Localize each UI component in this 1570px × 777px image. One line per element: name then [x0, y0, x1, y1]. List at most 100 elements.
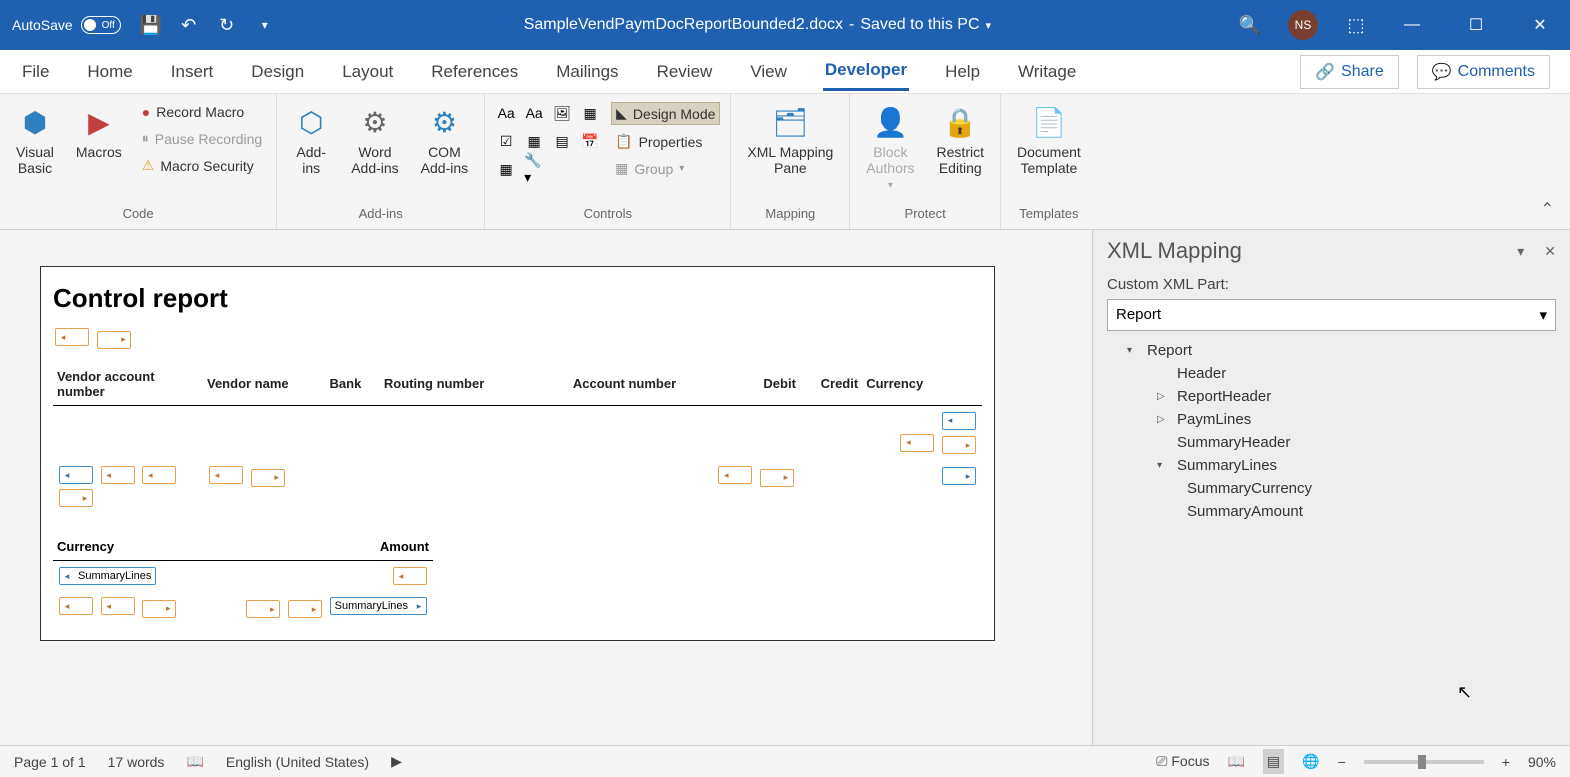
save-icon[interactable]: 💾 — [141, 15, 161, 35]
word-count[interactable]: 17 words — [108, 754, 165, 770]
macro-indicator-icon[interactable]: ▶ — [391, 753, 402, 770]
repeating-icon[interactable]: ▦ — [495, 158, 517, 180]
cc-tag[interactable]: ▸ — [251, 469, 285, 487]
collapse-icon[interactable]: ▾ — [1127, 345, 1141, 356]
date-icon[interactable]: 📅 — [579, 130, 601, 152]
cc-tag[interactable]: ◂ — [101, 597, 135, 615]
tab-help[interactable]: Help — [943, 54, 982, 90]
tree-node-report[interactable]: ▾Report — [1107, 339, 1556, 362]
cc-summary-lines[interactable]: ◂SummaryLines — [59, 567, 156, 585]
cc-tag[interactable]: ◂ — [209, 466, 243, 484]
tab-file[interactable]: File — [20, 54, 51, 90]
toggle-switch[interactable]: Off — [81, 16, 121, 34]
zoom-level[interactable]: 90% — [1528, 754, 1556, 770]
focus-mode-button[interactable]: ⎚ Focus — [1156, 753, 1209, 770]
tab-references[interactable]: References — [429, 54, 520, 90]
tree-node-summaryheader[interactable]: SummaryHeader — [1107, 431, 1556, 454]
tree-node-reportheader[interactable]: ▷ReportHeader — [1107, 385, 1556, 408]
plain-text-icon[interactable]: Aa — [523, 102, 545, 124]
maximize-button[interactable]: ☐ — [1458, 15, 1494, 35]
tree-node-paymlines[interactable]: ▷PaymLines — [1107, 408, 1556, 431]
legacy-icon[interactable]: 🔧▾ — [523, 158, 545, 180]
xml-mapping-button[interactable]: 🗂XML Mapping Pane — [741, 102, 839, 178]
zoom-slider[interactable] — [1364, 760, 1484, 764]
collapse-ribbon-button[interactable]: ⌃ — [1525, 189, 1570, 229]
page-indicator[interactable]: Page 1 of 1 — [14, 754, 86, 770]
expand-icon[interactable]: ▷ — [1157, 391, 1171, 402]
read-mode-icon[interactable]: 📖 — [1227, 753, 1244, 770]
ribbon-display-icon[interactable]: ⬚ — [1346, 15, 1366, 35]
building-block-icon[interactable]: ▦ — [579, 102, 601, 124]
pane-options-icon[interactable]: ▾ — [1517, 243, 1524, 260]
cc-tag[interactable]: ▸ — [942, 436, 976, 454]
minimize-button[interactable]: — — [1394, 16, 1430, 34]
cc-tag[interactable]: ▸ — [942, 467, 976, 485]
document-canvas[interactable]: Control report ◂ ▸ Vendor account number… — [0, 230, 1092, 745]
tree-node-summarycurrency[interactable]: SummaryCurrency — [1107, 477, 1556, 500]
avatar[interactable]: NS — [1288, 10, 1318, 40]
spelling-icon[interactable]: 📖 — [186, 753, 203, 770]
checkbox-icon[interactable]: ☑ — [495, 130, 517, 152]
cc-tag[interactable]: ▸ — [59, 489, 93, 507]
cc-summary-lines[interactable]: SummaryLines▸ — [330, 597, 427, 615]
tab-layout[interactable]: Layout — [340, 54, 395, 90]
web-layout-icon[interactable]: 🌐 — [1302, 753, 1319, 770]
tree-node-summaryamount[interactable]: SummaryAmount — [1107, 500, 1556, 523]
visual-basic-button[interactable]: ⬢Visual Basic — [10, 102, 60, 178]
cc-tag[interactable]: ▸ — [97, 331, 131, 349]
language-indicator[interactable]: English (United States) — [226, 754, 369, 770]
share-button[interactable]: 🔗 Share — [1300, 55, 1399, 89]
close-button[interactable]: ✕ — [1522, 15, 1558, 35]
zoom-in-button[interactable]: + — [1502, 754, 1510, 770]
tab-view[interactable]: View — [748, 54, 789, 90]
cc-tag[interactable]: ◂ — [393, 567, 427, 585]
picture-icon[interactable]: 🖼 — [551, 102, 573, 124]
autosave-toggle[interactable]: AutoSave Off — [12, 16, 121, 34]
document-template-button[interactable]: 📄Document Template — [1011, 102, 1087, 178]
cc-tag[interactable]: ◂ — [59, 466, 93, 484]
close-icon[interactable]: ✕ — [1544, 243, 1556, 260]
expand-icon[interactable]: ▷ — [1157, 414, 1171, 425]
tab-review[interactable]: Review — [655, 54, 715, 90]
cc-tag[interactable]: ◂ — [101, 466, 135, 484]
dropdown-icon[interactable]: ▤ — [551, 130, 573, 152]
zoom-thumb[interactable] — [1418, 755, 1426, 769]
addins-button[interactable]: ⬡Add- ins — [287, 102, 335, 178]
customize-qat-icon[interactable]: ▾ — [255, 15, 275, 35]
restrict-editing-button[interactable]: 🔒Restrict Editing — [931, 102, 990, 178]
com-addins-button[interactable]: ⚙COM Add-ins — [415, 102, 474, 178]
word-addins-button[interactable]: ⚙Word Add-ins — [345, 102, 404, 178]
search-icon[interactable]: 🔍 — [1240, 15, 1260, 35]
cc-tag[interactable]: ◂ — [59, 597, 93, 615]
cc-tag[interactable]: ◂ — [142, 466, 176, 484]
collapse-icon[interactable]: ▾ — [1157, 460, 1171, 471]
cc-tag[interactable]: ▸ — [288, 600, 322, 618]
rich-text-icon[interactable]: Aa — [495, 102, 517, 124]
xml-part-select[interactable]: Report ▾ — [1107, 299, 1556, 331]
cc-tag[interactable]: ◂ — [942, 412, 976, 430]
cc-tag[interactable]: ◂ — [900, 434, 934, 452]
tab-writage[interactable]: Writage — [1016, 54, 1078, 90]
zoom-out-button[interactable]: − — [1338, 754, 1346, 770]
properties-button[interactable]: 📋Properties — [611, 131, 720, 152]
tree-node-header[interactable]: Header — [1107, 362, 1556, 385]
combo-icon[interactable]: ▦ — [523, 130, 545, 152]
chevron-down-icon[interactable]: ▾ — [986, 19, 992, 32]
cc-tag[interactable]: ▸ — [760, 469, 794, 487]
undo-icon[interactable]: ↶ — [179, 15, 199, 35]
macro-security-button[interactable]: ⚠Macro Security — [138, 155, 266, 176]
tree-node-summarylines[interactable]: ▾SummaryLines — [1107, 454, 1556, 477]
block-authors-button[interactable]: 👤Block Authors ▾ — [860, 102, 920, 193]
tab-mailings[interactable]: Mailings — [554, 54, 620, 90]
tab-design[interactable]: Design — [249, 54, 306, 90]
cc-tag[interactable]: ◂ — [55, 328, 89, 346]
cc-tag[interactable]: ◂ — [718, 466, 752, 484]
redo-icon[interactable]: ↻ — [217, 15, 237, 35]
record-macro-button[interactable]: ●Record Macro — [138, 102, 266, 122]
comments-button[interactable]: 💬 Comments — [1417, 55, 1550, 89]
macros-button[interactable]: ▶Macros — [70, 102, 128, 162]
cc-tag[interactable]: ▸ — [142, 600, 176, 618]
tab-home[interactable]: Home — [85, 54, 134, 90]
cc-tag[interactable]: ▸ — [246, 600, 280, 618]
print-layout-icon[interactable]: ▤ — [1263, 749, 1284, 774]
